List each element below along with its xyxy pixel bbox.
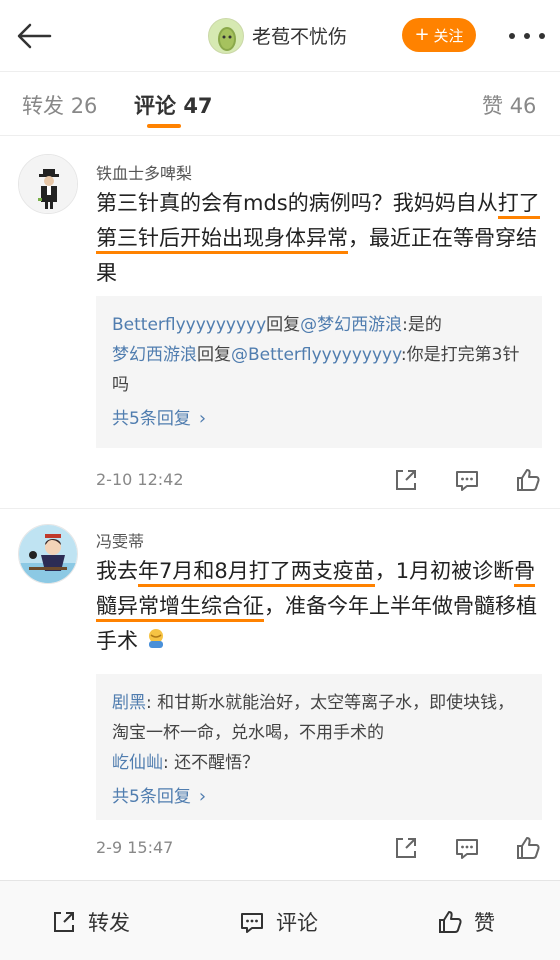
like-icon[interactable] — [514, 466, 542, 494]
reply-mention[interactable]: @Betterflyyyyyyyyy — [231, 345, 401, 365]
author-name[interactable]: 老苞不忧伤 — [252, 22, 347, 49]
comment-username[interactable]: 冯雯蒂 — [96, 528, 144, 552]
comment-item: 铁血士多啤梨 第三针真的会有mds的病例吗？我妈妈自从打了第三针后开始出现身体异… — [0, 136, 560, 508]
reply-line: 屹仙屾: 还不醒悟？ — [112, 753, 260, 773]
comment-time: 2-10 12:42 — [96, 470, 184, 489]
reply-line: Betterflyyyyyyyyy回复@梦幻西游浪:是的 — [112, 315, 442, 335]
reply-line: 梦幻西游浪回复@Betterflyyyyyyyyy:你是打完第3针吗 — [112, 345, 520, 395]
like-icon[interactable] — [514, 834, 542, 862]
reply-line: 剧黑: 和甘斯水就能治好，太空等离子水，即使块钱，淘宝一杯一命，兑水喝，不用手术… — [112, 693, 515, 743]
comment-actions — [392, 834, 542, 862]
follow-button[interactable]: + 关注 — [402, 18, 476, 52]
tab-repost[interactable]: 转发 26 — [22, 90, 97, 120]
tab-comments[interactable]: 评论 47 — [134, 90, 213, 120]
comment-icon[interactable] — [453, 834, 481, 862]
chevron-right-icon: › — [198, 408, 207, 429]
avatar[interactable] — [18, 524, 78, 584]
comment-text: 第三针真的会有mds的病例吗？我妈妈自从打了第三针后开始出现身体异常，最近正在等… — [96, 191, 540, 285]
more-replies-link[interactable]: 共5条回复 › — [112, 782, 526, 812]
share-icon[interactable] — [392, 834, 420, 862]
reply-box[interactable]: Betterflyyyyyyyyy回复@梦幻西游浪:是的 梦幻西游浪回复@Bet… — [96, 296, 542, 448]
chevron-right-icon: › — [198, 786, 207, 807]
reply-username[interactable]: 剧黑 — [112, 693, 146, 713]
footer-like-button[interactable]: 赞 — [436, 907, 495, 937]
author-avatar[interactable] — [208, 18, 244, 54]
comment-time: 2-9 15:47 — [96, 838, 174, 857]
like-icon — [439, 911, 462, 933]
follow-label: 关注 — [433, 26, 464, 45]
active-tab-indicator — [147, 124, 181, 128]
reply-username[interactable]: 屹仙屾 — [112, 753, 163, 773]
reply-username[interactable]: Betterflyyyyyyyyy — [112, 315, 266, 335]
highlight-underline: 年7月和8月打了两支疫苗 — [138, 559, 375, 587]
footer-comment-button[interactable]: 评论 — [238, 907, 318, 937]
comment-username[interactable]: 铁血士多啤梨 — [96, 160, 192, 184]
more-replies-link[interactable]: 共5条回复 › — [112, 404, 526, 434]
comment-icon — [241, 913, 263, 933]
back-button[interactable] — [12, 16, 56, 56]
share-icon — [54, 912, 74, 932]
comment-item: 冯雯蒂 我去年7月和8月打了两支疫苗，1月初被诊断骨髓异常增生综合征，准备今年上… — [0, 508, 560, 880]
comment-actions — [392, 466, 542, 494]
more-button[interactable] — [505, 22, 549, 50]
reply-username[interactable]: 梦幻西游浪 — [112, 345, 197, 365]
footer-repost-button[interactable]: 转发 — [50, 907, 130, 937]
plus-icon: + — [414, 24, 430, 45]
reply-mention[interactable]: @梦幻西游浪 — [300, 315, 402, 335]
facepalm-emoji-icon — [145, 625, 167, 660]
tab-likes[interactable]: 赞 46 — [482, 90, 536, 120]
avatar[interactable] — [18, 154, 78, 214]
more-dots-icon — [509, 33, 515, 39]
bottom-action-bar: 转发 评论 赞 — [0, 880, 560, 960]
arrow-left-icon — [17, 23, 52, 49]
top-bar: 老苞不忧伤 + 关注 — [0, 0, 560, 72]
comment-icon[interactable] — [453, 466, 481, 494]
share-icon[interactable] — [392, 466, 420, 494]
reply-box[interactable]: 剧黑: 和甘斯水就能治好，太空等离子水，即使块钱，淘宝一杯一命，兑水喝，不用手术… — [96, 674, 542, 820]
tab-bar: 转发 26 评论 47 赞 46 — [0, 72, 560, 136]
comment-text: 我去年7月和8月打了两支疫苗，1月初被诊断骨髓异常增生综合征，准备今年上半年做骨… — [96, 554, 546, 660]
